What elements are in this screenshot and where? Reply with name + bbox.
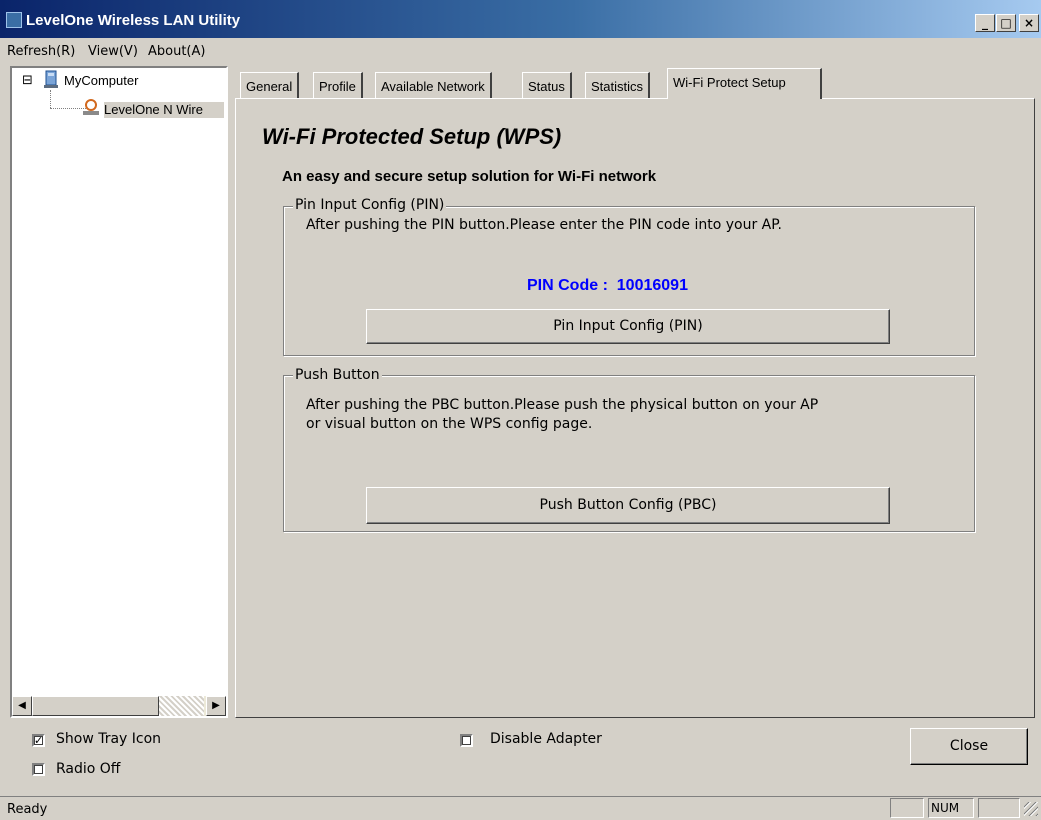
pin-input-config-button[interactable]: Pin Input Config (PIN): [366, 309, 890, 344]
close-window-button[interactable]: ×: [1019, 14, 1039, 32]
num-lock-indicator: NUM: [928, 798, 974, 818]
status-pane-empty: [978, 798, 1020, 818]
menu-refresh[interactable]: Refresh(R): [7, 44, 75, 59]
pbc-instruction-line2: or visual button on the WPS config page.: [306, 416, 593, 432]
tree-child-label[interactable]: LevelOne N Wire: [104, 102, 224, 118]
menu-view[interactable]: View(V): [88, 44, 138, 59]
pin-code-display: PIN Code : 10016091: [527, 277, 688, 295]
scroll-left-arrow-icon[interactable]: ◀: [12, 696, 32, 716]
tab-status[interactable]: Status: [522, 72, 572, 98]
window-title: LevelOne Wireless LAN Utility: [26, 12, 241, 29]
pin-code-label: PIN Code :: [527, 277, 608, 294]
tab-general[interactable]: General: [240, 72, 300, 98]
tab-wifi-protect-setup[interactable]: Wi-Fi Protect Setup: [667, 68, 822, 99]
wireless-adapter-icon: [80, 98, 102, 118]
computer-icon: [40, 70, 62, 90]
disable-adapter-label[interactable]: Disable Adapter: [490, 731, 602, 747]
tree-expander-icon[interactable]: ⊟: [22, 74, 33, 88]
scroll-right-arrow-icon[interactable]: ▶: [206, 696, 226, 716]
tree-horizontal-scrollbar[interactable]: ◀ ▶: [12, 696, 226, 716]
pin-code-value: 10016091: [616, 277, 688, 294]
page-title: Wi-Fi Protected Setup (WPS): [262, 124, 562, 149]
menu-about[interactable]: About(A): [148, 44, 205, 59]
disable-adapter-checkbox[interactable]: [460, 734, 473, 747]
status-bar: [0, 796, 1041, 820]
resize-grip-icon[interactable]: [1024, 802, 1038, 816]
scroll-track[interactable]: [159, 696, 204, 716]
tree-connector: [50, 90, 52, 108]
radio-off-checkbox[interactable]: [32, 763, 45, 776]
pin-group-legend: Pin Input Config (PIN): [293, 197, 447, 213]
show-tray-icon-checkbox[interactable]: ✓: [32, 734, 45, 747]
device-tree[interactable]: [10, 66, 228, 718]
status-text: Ready: [7, 802, 48, 817]
app-icon: [6, 12, 22, 28]
tab-available-network[interactable]: Available Network: [375, 72, 492, 98]
pin-instruction: After pushing the PIN button.Please ente…: [306, 217, 782, 233]
page-subtitle: An easy and secure setup solution for Wi…: [282, 168, 657, 185]
tree-root-label[interactable]: MyComputer: [64, 73, 138, 88]
status-pane-empty: [890, 798, 924, 818]
show-tray-icon-label[interactable]: Show Tray Icon: [56, 731, 161, 747]
radio-off-label[interactable]: Radio Off: [56, 761, 120, 777]
scroll-thumb[interactable]: [32, 696, 159, 716]
tab-profile[interactable]: Profile: [313, 72, 363, 98]
minimize-button[interactable]: _: [975, 14, 995, 32]
push-button-config-button[interactable]: Push Button Config (PBC): [366, 487, 890, 524]
pbc-instruction-line1: After pushing the PBC button.Please push…: [306, 397, 819, 413]
close-button[interactable]: Close: [910, 728, 1028, 765]
maximize-button[interactable]: □: [996, 14, 1016, 32]
pbc-group-legend: Push Button: [293, 367, 382, 383]
tab-statistics[interactable]: Statistics: [585, 72, 651, 98]
